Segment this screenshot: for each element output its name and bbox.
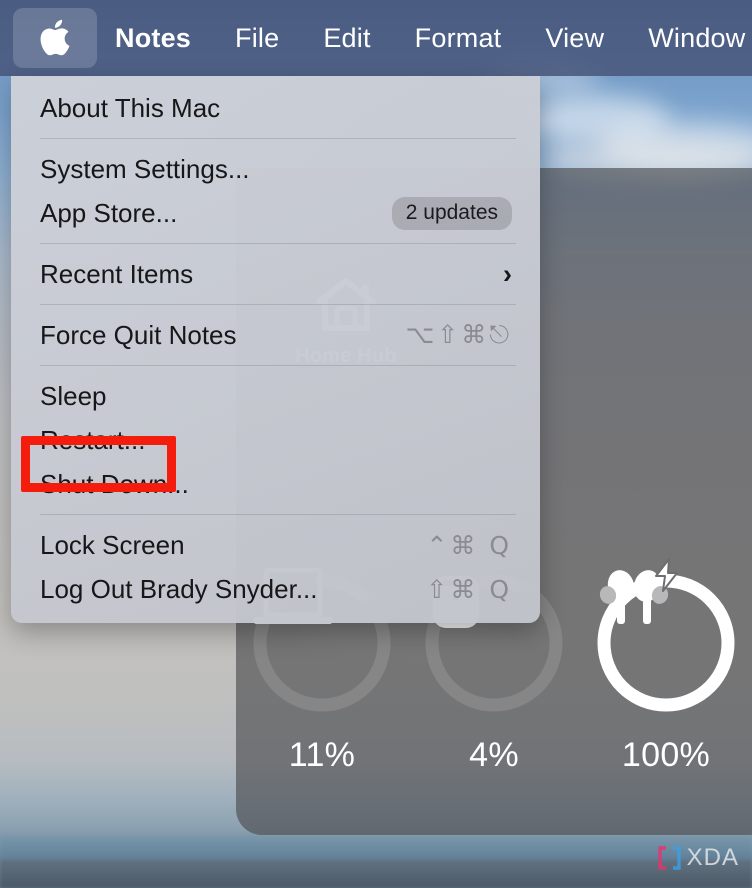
apple-menu-dropdown: About This Mac System Settings... App St… bbox=[11, 76, 540, 623]
xda-watermark: XDA bbox=[656, 844, 739, 872]
menu-option-label: App Store... bbox=[40, 197, 178, 228]
menu-separator bbox=[40, 243, 516, 244]
menu-separator bbox=[40, 304, 516, 305]
menu-option-app-store[interactable]: App Store... 2 updates bbox=[11, 191, 540, 235]
battery-percent-macbook: 11% bbox=[288, 736, 356, 774]
menu-separator bbox=[40, 514, 516, 515]
xda-bracket-icon bbox=[657, 846, 681, 870]
menu-option-force-quit[interactable]: Force Quit Notes ⌥⇧⌘⎋ bbox=[11, 313, 540, 357]
apple-logo-icon bbox=[39, 19, 71, 57]
menu-option-label: System Settings... bbox=[40, 153, 250, 184]
screen: Home Hub 11% bbox=[0, 0, 752, 888]
battery-percent-airpods-case: 4% bbox=[469, 736, 519, 774]
menu-item-window[interactable]: Window bbox=[648, 23, 745, 54]
cityscape bbox=[0, 860, 752, 888]
menu-bar: Notes File Edit Format View Window bbox=[0, 0, 752, 76]
shortcut-hint: ⌃⌘ Q bbox=[426, 530, 512, 560]
device-airpods[interactable]: 100% bbox=[586, 558, 746, 775]
updates-badge: 2 updates bbox=[391, 196, 512, 230]
chevron-right-icon: › bbox=[503, 258, 512, 289]
menu-option-lock-screen[interactable]: Lock Screen ⌃⌘ Q bbox=[11, 523, 540, 567]
menu-option-label: Force Quit Notes bbox=[40, 319, 237, 350]
menu-separator bbox=[40, 138, 516, 139]
xda-wordmark: XDA bbox=[686, 844, 739, 871]
menu-separator bbox=[40, 365, 516, 366]
shortcut-hint: ⇧⌘ Q bbox=[426, 574, 512, 604]
menu-option-label: Sleep bbox=[40, 380, 107, 411]
battery-ring-airpods bbox=[591, 558, 741, 718]
menu-option-shut-down[interactable]: Shut Down... bbox=[11, 462, 540, 506]
menu-option-label: Log Out Brady Snyder... bbox=[40, 573, 318, 604]
menu-option-log-out[interactable]: Log Out Brady Snyder... ⇧⌘ Q bbox=[11, 567, 540, 611]
menu-item-file[interactable]: File bbox=[235, 23, 279, 54]
menu-item-view[interactable]: View bbox=[545, 23, 604, 54]
menu-option-about-this-mac[interactable]: About This Mac bbox=[11, 86, 540, 130]
horizon-sea bbox=[0, 836, 752, 862]
menu-item-notes[interactable]: Notes bbox=[115, 23, 191, 54]
menu-option-label: Recent Items bbox=[40, 258, 194, 289]
menu-option-label: About This Mac bbox=[40, 92, 221, 123]
menu-option-system-settings[interactable]: System Settings... bbox=[11, 147, 540, 191]
menu-option-label: Restart... bbox=[40, 424, 146, 455]
menu-option-recent-items[interactable]: Recent Items › bbox=[11, 252, 540, 296]
menu-option-restart[interactable]: Restart... bbox=[11, 418, 540, 462]
menu-option-label: Shut Down... bbox=[40, 468, 189, 499]
shortcut-hint: ⌥⇧⌘⎋ bbox=[405, 320, 512, 349]
menu-item-format[interactable]: Format bbox=[415, 23, 502, 54]
menu-option-label: Lock Screen bbox=[40, 529, 185, 560]
menu-item-edit[interactable]: Edit bbox=[323, 23, 370, 54]
battery-percent-airpods: 100% bbox=[621, 736, 711, 774]
menu-option-sleep[interactable]: Sleep bbox=[11, 374, 540, 418]
apple-menu-button[interactable] bbox=[13, 8, 97, 68]
